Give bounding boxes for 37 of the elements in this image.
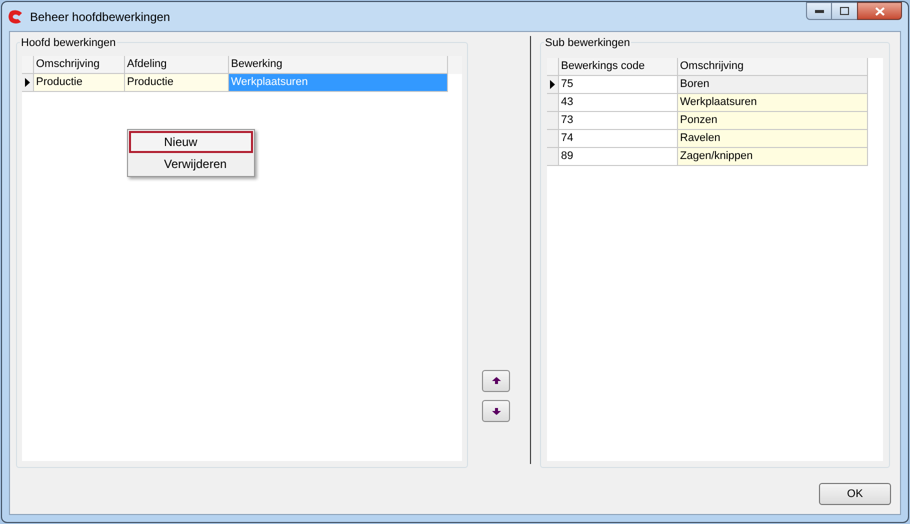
table-cell: Boren <box>678 76 868 94</box>
arrow-down-icon <box>492 407 500 415</box>
column-header[interactable]: Omschrijving <box>678 58 868 76</box>
table-cell: Werkplaatsuren <box>678 94 868 112</box>
table-cell: 74 <box>559 130 678 148</box>
minimize-icon <box>814 10 824 12</box>
table-cell: Ravelen <box>678 130 868 148</box>
table-cell: Zagen/knippen <box>678 148 868 166</box>
minimize-button[interactable] <box>806 2 832 20</box>
table-cell: Werkplaatsuren <box>229 74 448 92</box>
move-down-button[interactable] <box>482 400 510 422</box>
app-logo-icon <box>8 10 24 24</box>
menu-item[interactable]: Nieuw <box>129 131 253 153</box>
row-header[interactable] <box>547 76 559 94</box>
row-header[interactable] <box>22 74 34 92</box>
grid-corner <box>547 58 559 76</box>
table-cell: 89 <box>559 148 678 166</box>
move-up-button[interactable] <box>482 370 510 392</box>
maximize-icon <box>840 7 849 15</box>
close-button[interactable] <box>857 2 902 20</box>
table-cell: 75 <box>559 76 678 94</box>
table-cell: Productie <box>125 74 229 92</box>
group-title: Hoofd bewerkingen <box>20 35 117 52</box>
arrow-up-icon <box>492 377 500 385</box>
table-cell: Ponzen <box>678 112 868 130</box>
row-indicator-icon <box>550 80 555 89</box>
ok-button[interactable]: OK <box>819 483 891 505</box>
table-cell: Productie <box>34 74 125 92</box>
menu-item[interactable]: Verwijderen <box>129 153 253 175</box>
window-title: Beheer hoofdbewerkingen <box>30 8 170 26</box>
column-header[interactable]: Bewerkings code <box>559 58 678 76</box>
row-indicator-icon <box>25 78 30 87</box>
maximize-button[interactable] <box>832 2 857 20</box>
table-cell: 73 <box>559 112 678 130</box>
close-icon <box>874 6 884 16</box>
table-cell: 43 <box>559 94 678 112</box>
group-title: Sub bewerkingen <box>544 35 632 52</box>
